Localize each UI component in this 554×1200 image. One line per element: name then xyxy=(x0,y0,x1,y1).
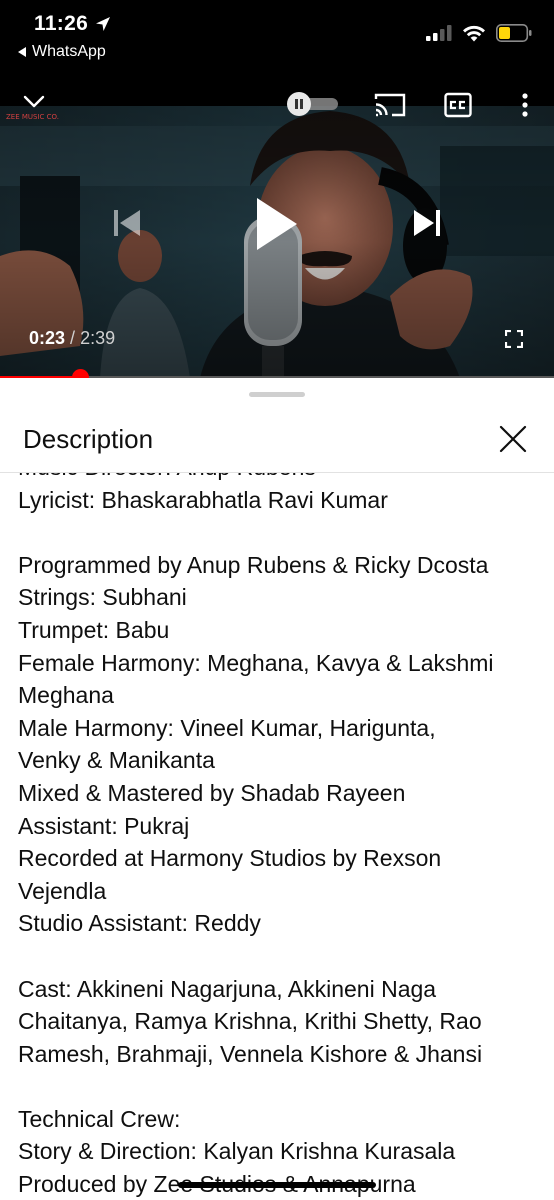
more-vert-icon[interactable] xyxy=(518,92,532,118)
time-separator: / xyxy=(70,328,76,348)
minimize-chevron-icon[interactable] xyxy=(22,94,46,110)
status-indicators xyxy=(426,24,532,42)
progress-scrubber[interactable] xyxy=(71,369,89,378)
description-sheet: Description Music Director: Anup Rubens … xyxy=(0,380,554,1200)
duration: 2:39 xyxy=(80,328,116,348)
back-triangle-icon xyxy=(18,47,26,57)
back-app-label: WhatsApp xyxy=(32,43,106,60)
sheet-title: Description xyxy=(23,424,154,454)
home-indicator xyxy=(178,1182,376,1188)
description-scroll-area[interactable]: Music Director: Anup Rubens Lyricist: Bh… xyxy=(0,473,554,1200)
status-time: 11:26 xyxy=(34,12,89,35)
next-icon[interactable] xyxy=(412,209,442,237)
drag-handle[interactable] xyxy=(249,392,305,397)
location-arrow-icon xyxy=(96,17,111,31)
screen: 11:26 WhatsApp ZEE MUSIC CO. 0:23 / 2:39… xyxy=(0,0,554,1200)
fullscreen-icon[interactable] xyxy=(505,330,523,348)
cellular-signal-icon xyxy=(426,25,452,41)
back-to-app-link[interactable]: WhatsApp xyxy=(18,43,106,61)
progress-played xyxy=(0,376,81,378)
battery-icon xyxy=(496,24,532,42)
player-controls: 0:23 / 2:39 xyxy=(0,80,554,378)
description-text: Music Director: Anup Rubens Lyricist: Bh… xyxy=(18,473,494,1198)
status-bar: 11:26 WhatsApp xyxy=(0,0,554,80)
status-time-group: 11:26 xyxy=(34,12,112,36)
captions-icon[interactable] xyxy=(444,92,472,118)
previous-icon[interactable] xyxy=(112,209,142,237)
cast-icon[interactable] xyxy=(374,92,406,118)
current-time: 0:23 xyxy=(29,328,66,348)
video-player[interactable]: ZEE MUSIC CO. 0:23 / 2:39 xyxy=(0,80,554,378)
wifi-icon xyxy=(463,25,485,41)
play-icon[interactable] xyxy=(253,196,299,252)
time-display: 0:23 / 2:39 xyxy=(29,328,115,349)
close-icon[interactable] xyxy=(497,423,529,455)
autoplay-toggle[interactable] xyxy=(286,91,340,117)
